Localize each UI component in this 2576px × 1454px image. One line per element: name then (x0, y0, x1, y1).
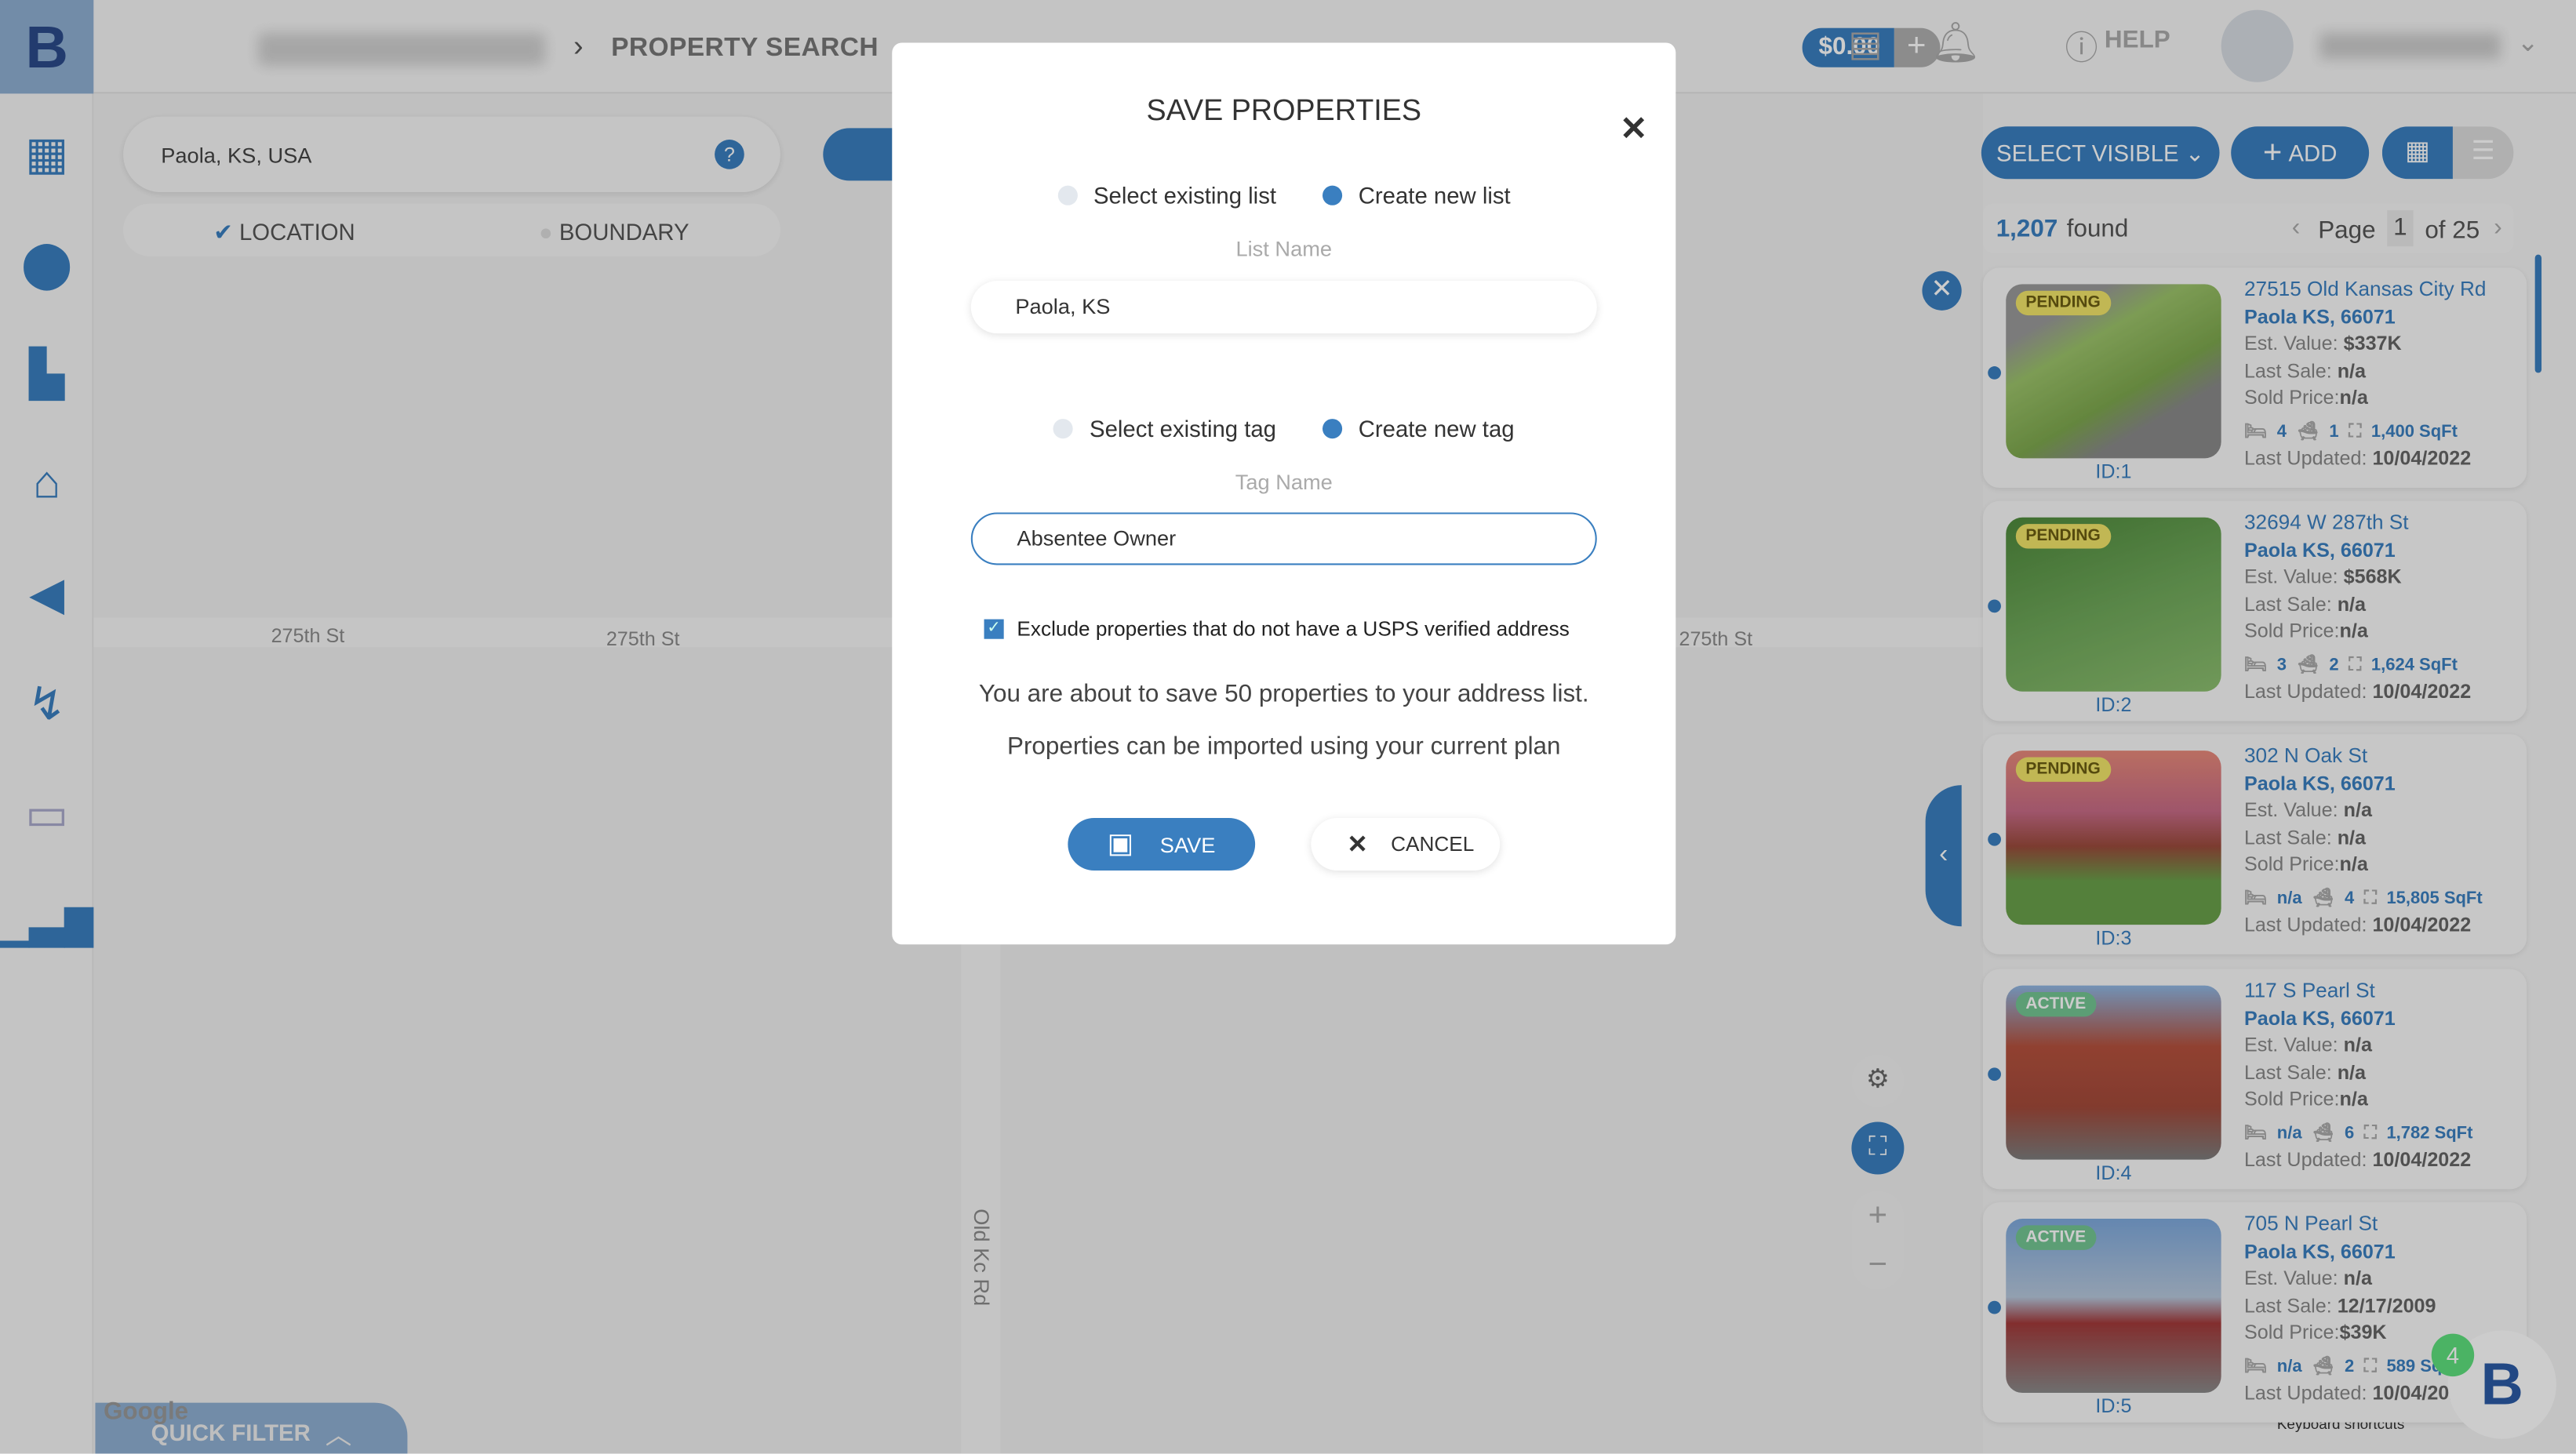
save-button[interactable]: ▣ SAVE (1068, 818, 1256, 871)
modal-title: SAVE PROPERTIES (1146, 93, 1422, 127)
close-icon: ✕ (1347, 831, 1368, 860)
checkbox-checked-icon: ✓ (984, 619, 1004, 639)
floppy-disk-icon: ▣ (1107, 827, 1134, 860)
radio-label: Select existing tag (1090, 415, 1276, 442)
create-new-list-radio[interactable]: Create new list (1322, 182, 1511, 209)
save-properties-modal: ✕ SAVE PROPERTIES Select existing list C… (892, 42, 1676, 945)
list-name-input[interactable]: Paola, KS (970, 281, 1597, 334)
save-label: SAVE (1159, 831, 1216, 857)
select-existing-tag-radio[interactable]: Select existing tag (1053, 416, 1276, 442)
select-existing-list-radio[interactable]: Select existing list (1057, 182, 1276, 209)
exclude-unverified-checkbox[interactable]: ✓ Exclude properties that do not have a U… (984, 617, 1570, 641)
radio-label: Select existing list (1093, 182, 1277, 209)
radio-selected-icon (1322, 419, 1342, 439)
checkbox-label: Exclude properties that do not have a US… (1017, 617, 1570, 641)
radio-selected-icon (1322, 185, 1342, 205)
cancel-label: CANCEL (1391, 832, 1475, 856)
tag-name-label: Tag Name (1235, 469, 1333, 495)
plan-message: Properties can be imported using your cu… (1006, 732, 1561, 761)
create-new-tag-radio[interactable]: Create new tag (1322, 415, 1515, 442)
save-count-message: You are about to save 50 properties to y… (978, 680, 1589, 708)
cancel-button[interactable]: ✕ CANCEL (1311, 818, 1501, 871)
tag-name-input[interactable]: Absentee Owner (970, 512, 1597, 565)
radio-label: Create new list (1358, 182, 1511, 209)
radio-icon (1053, 419, 1074, 439)
list-name-label: List Name (1235, 236, 1333, 262)
radio-label: Create new tag (1358, 415, 1515, 442)
radio-icon (1057, 185, 1078, 205)
